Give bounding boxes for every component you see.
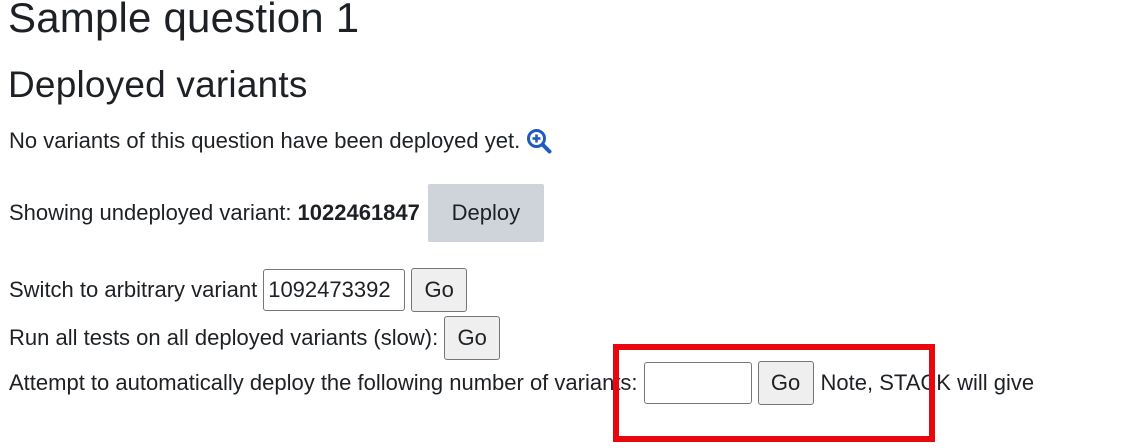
auto-deploy-note: Note, STACK will give xyxy=(820,370,1035,395)
switch-variant-row: Switch to arbitrary variant Go xyxy=(9,267,468,313)
page-title: Sample question 1 xyxy=(8,0,360,41)
run-tests-row: Run all tests on all deployed variants (… xyxy=(9,315,501,361)
variant-number-input[interactable] xyxy=(263,269,406,311)
undeployed-variant-row: Showing undeployed variant: 1022461847 D… xyxy=(9,184,544,242)
variant-count-input[interactable] xyxy=(643,362,752,404)
auto-deploy-row: Attempt to automatically deploy the foll… xyxy=(9,360,1034,406)
undeployed-label: Showing undeployed variant: xyxy=(9,200,292,225)
magnify-plus-icon[interactable] xyxy=(526,128,552,154)
no-variants-row: No variants of this question have been d… xyxy=(9,124,552,158)
switch-variant-label: Switch to arbitrary variant xyxy=(9,277,258,302)
run-tests-label: Run all tests on all deployed variants (… xyxy=(9,325,439,350)
deploy-button[interactable]: Deploy xyxy=(427,184,544,242)
undeployed-variant-number: 1022461847 xyxy=(297,200,420,225)
run-tests-go-button[interactable]: Go xyxy=(444,316,501,360)
switch-variant-go-button[interactable]: Go xyxy=(411,268,468,312)
section-title: Deployed variants xyxy=(8,64,308,105)
no-variants-text: No variants of this question have been d… xyxy=(9,128,521,153)
auto-deploy-label: Attempt to automatically deploy the foll… xyxy=(9,370,638,395)
auto-deploy-go-button[interactable]: Go xyxy=(757,361,814,405)
